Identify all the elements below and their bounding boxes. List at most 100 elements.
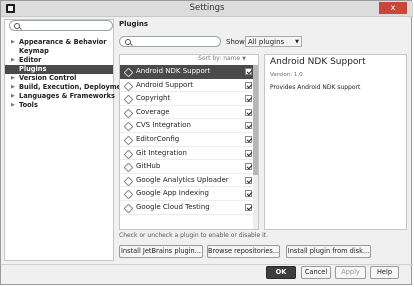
plugin-rows: Android NDK Support Android Support Copyri…: [120, 65, 258, 215]
settings-sidebar: ▶ Appearance & Behavior Keymap ▶ Editor Plugi…: [4, 19, 129, 261]
sidebar-item-languages-frameworks[interactable]: ▶ Languages & Frameworks: [5, 92, 115, 101]
plugin-enabled-checkbox[interactable]: [245, 190, 252, 198]
title-bar: Settings x: [1, 1, 413, 17]
plugin-icon: [123, 162, 134, 173]
sidebar-item-label: Languages & Frameworks: [19, 92, 115, 100]
plugin-row[interactable]: Android Support: [120, 79, 258, 93]
sidebar-item-label: Plugins: [19, 65, 47, 73]
plugin-row[interactable]: Git Integration: [120, 147, 258, 161]
scrollbar[interactable]: [253, 65, 258, 229]
page-title: Plugins: [119, 20, 149, 28]
plugin-name: Google Analytics Uploader: [136, 175, 229, 184]
show-label: Show:: [226, 38, 247, 46]
plugin-hint-text: Check or uncheck a plugin to enable or d…: [119, 232, 269, 239]
plugin-list: Sort by: name ▼ Android NDK Support Andro…: [119, 54, 259, 230]
plugin-icon: [123, 121, 134, 132]
plugin-row[interactable]: EditorConfig: [120, 133, 258, 147]
plugin-icon: [123, 189, 134, 200]
chevron-down-icon: ▼: [242, 56, 246, 62]
sidebar-item-label: Keymap: [19, 47, 49, 55]
plugin-enabled-checkbox[interactable]: [245, 135, 252, 143]
plugin-enabled-checkbox[interactable]: [245, 163, 252, 171]
show-filter-value: All plugins: [248, 38, 285, 46]
sidebar-item-label: Appearance & Behavior: [19, 38, 107, 46]
plugin-name: CVS Integration: [136, 121, 191, 130]
sidebar-item-appearance-behavior[interactable]: ▶ Appearance & Behavior: [5, 38, 113, 47]
sort-label: Sort by: name: [198, 55, 241, 62]
ok-button[interactable]: OK: [266, 266, 296, 279]
plugin-icon: [123, 203, 134, 214]
expand-arrow-icon[interactable]: ▶: [11, 56, 15, 65]
expand-arrow-icon[interactable]: ▶: [11, 101, 15, 110]
plugin-name: Copyright: [136, 94, 171, 103]
sidebar-item-build-execution-deployment[interactable]: ▶ Build, Execution, Deployment: [5, 83, 129, 92]
plugin-icon: [123, 108, 134, 119]
scrollbar-thumb[interactable]: [253, 65, 258, 175]
plugin-name: Android NDK Support: [136, 67, 211, 75]
plugin-name: EditorConfig: [136, 134, 180, 143]
plugin-name: Coverage: [136, 107, 170, 116]
plugin-icon: [123, 176, 134, 187]
plugin-enabled-checkbox[interactable]: [245, 122, 252, 130]
details-plugin-name: Android NDK Support: [270, 57, 366, 67]
plugin-enabled-checkbox[interactable]: [245, 203, 252, 211]
search-icon: [14, 23, 20, 29]
plugin-name: Google Cloud Testing: [136, 202, 210, 211]
settings-tree: ▶ Appearance & Behavior Keymap ▶ Editor Plugi…: [5, 38, 129, 110]
plugin-row[interactable]: Google Analytics Uploader: [120, 174, 258, 188]
sidebar-item-tools[interactable]: ▶ Tools: [5, 101, 113, 110]
plugin-icon: [123, 135, 134, 146]
sidebar-item-label: Build, Execution, Deployment: [19, 83, 129, 91]
plugin-row[interactable]: CVS Integration: [120, 119, 258, 133]
sidebar-item-label: Tools: [19, 101, 38, 109]
plugin-icon: [123, 94, 134, 105]
settings-search-input[interactable]: [9, 20, 113, 31]
sidebar-item-editor[interactable]: ▶ Editor: [5, 56, 113, 65]
plugin-row[interactable]: Copyright: [120, 92, 258, 106]
chevron-down-icon: ▼: [295, 39, 299, 45]
sidebar-item-version-control[interactable]: ▶ Version Control: [5, 74, 113, 83]
sort-by-control[interactable]: Sort by: name ▼: [198, 55, 246, 62]
plugin-icon: [123, 81, 134, 92]
plugin-search-input[interactable]: [119, 36, 221, 47]
plugin-name: Git Integration: [136, 148, 187, 157]
plugin-row[interactable]: Coverage: [120, 106, 258, 120]
plugin-name: Android Support: [136, 80, 193, 89]
plugins-panel: Plugins Show: All plugins ▼ Sort by: nam…: [119, 19, 407, 261]
details-version: Version: 1.0: [270, 72, 303, 78]
expand-arrow-icon[interactable]: ▶: [11, 83, 15, 92]
install-jetbrains-plugin-button[interactable]: Install JetBrains plugin...: [119, 245, 203, 258]
close-button[interactable]: x: [379, 2, 407, 14]
apply-button[interactable]: Apply: [335, 266, 366, 279]
install-from-disk-button[interactable]: Install plugin from disk...: [286, 245, 371, 258]
plugin-enabled-checkbox[interactable]: [245, 95, 252, 103]
plugin-row[interactable]: Google App Indexing: [120, 187, 258, 201]
expand-arrow-icon[interactable]: ▶: [11, 92, 15, 101]
window-title: Settings: [189, 3, 225, 13]
plugin-name: GitHub: [136, 162, 161, 171]
expand-arrow-icon[interactable]: ▶: [11, 74, 15, 83]
sidebar-item-keymap[interactable]: Keymap: [5, 47, 113, 56]
plugin-enabled-checkbox[interactable]: [245, 81, 252, 89]
sidebar-item-plugins[interactable]: Plugins: [5, 65, 113, 74]
plugin-icon: [123, 149, 134, 160]
plugin-row[interactable]: GitHub: [120, 160, 258, 174]
footer-divider: [1, 264, 413, 265]
plugin-enabled-checkbox[interactable]: [245, 108, 252, 116]
sidebar-item-label: Version Control: [19, 74, 77, 82]
cancel-button[interactable]: Cancel: [301, 266, 331, 279]
details-description: Provides Android NDK support: [270, 84, 361, 91]
plugin-details: Android NDK Support Version: 1.0 Provide…: [264, 54, 407, 230]
plugin-enabled-checkbox[interactable]: [245, 176, 252, 184]
settings-window: Settings x ▶ Appearance & Behavior Keymap ▶…: [0, 0, 413, 285]
plugin-enabled-checkbox[interactable]: [245, 149, 252, 157]
plugin-enabled-checkbox[interactable]: [245, 68, 252, 75]
expand-arrow-icon[interactable]: ▶: [11, 38, 15, 47]
plugin-icon: [123, 67, 134, 78]
show-filter-select[interactable]: All plugins ▼: [245, 36, 302, 47]
plugin-row[interactable]: Google Cloud Testing: [120, 201, 258, 215]
browse-repositories-button[interactable]: Browse repositories...: [207, 245, 280, 258]
plugin-name: Google App Indexing: [136, 189, 209, 198]
help-button[interactable]: Help: [370, 266, 399, 279]
plugin-row[interactable]: Android NDK Support: [120, 65, 258, 79]
